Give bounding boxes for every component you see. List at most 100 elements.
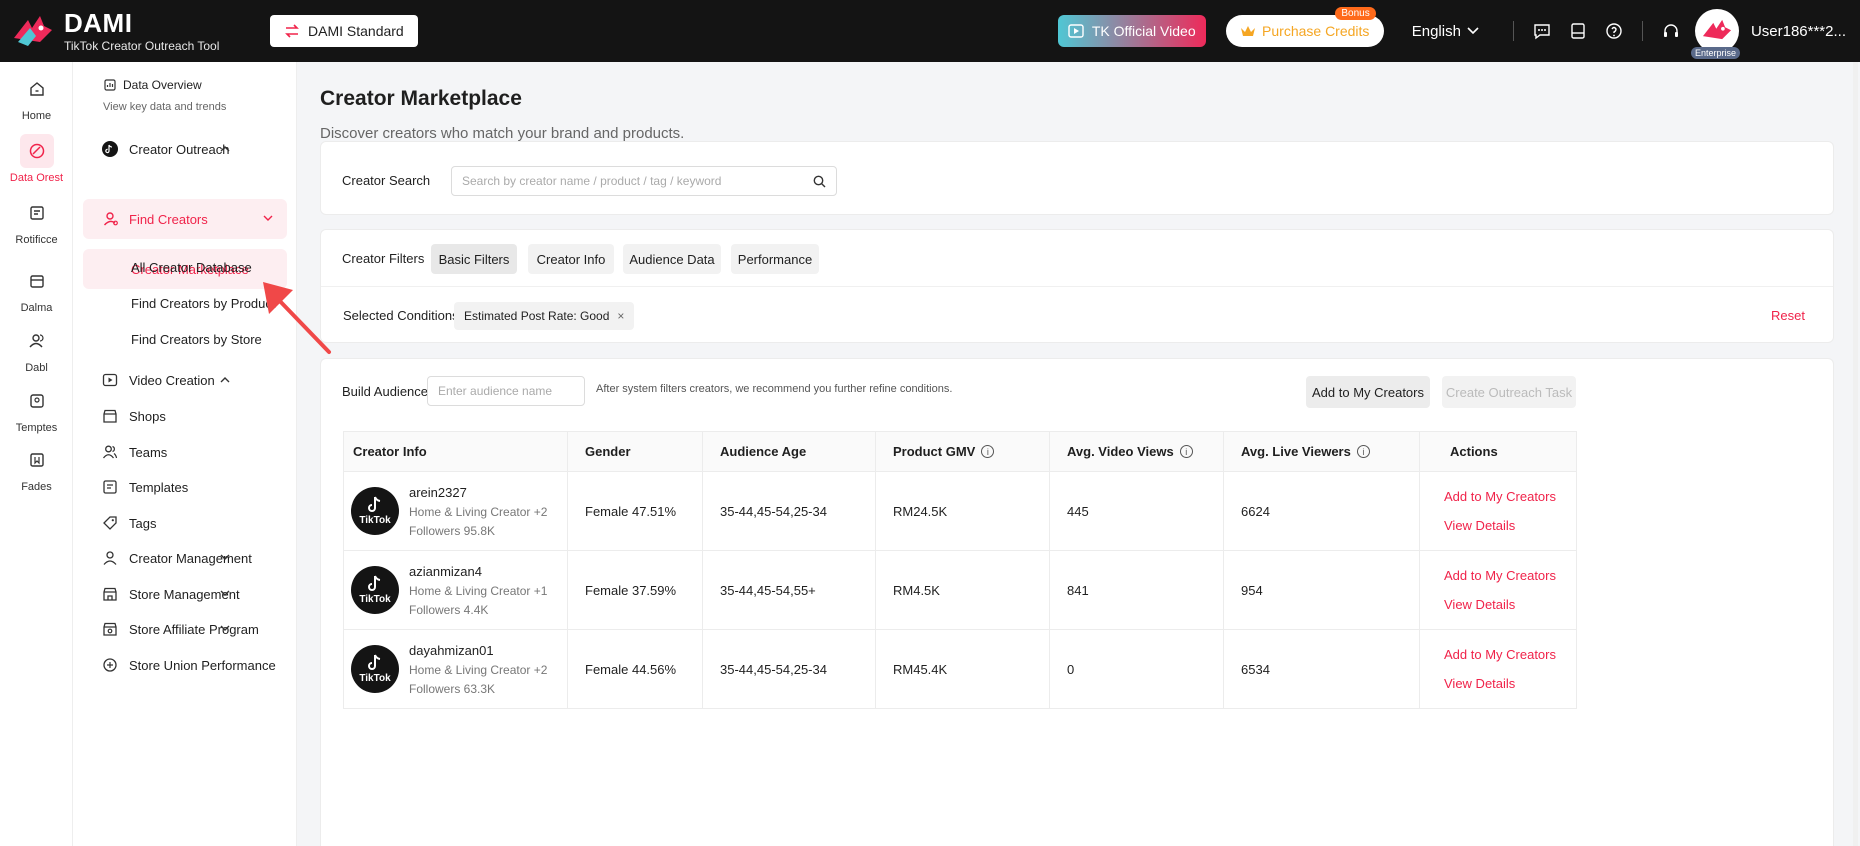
- info-icon[interactable]: i: [1356, 445, 1370, 458]
- creator-cell: TikTok azianmizan4 Home & Living Creator…: [343, 550, 568, 630]
- info-icon[interactable]: i: [981, 445, 995, 458]
- brand[interactable]: DAMI TikTok Creator Outreach Tool: [0, 8, 270, 54]
- sidebar-item-video-creation[interactable]: Video Creation: [101, 371, 215, 389]
- tab-audience-data[interactable]: Audience Data: [623, 244, 721, 274]
- sidebar-item-find-by-store[interactable]: Find Creators by Store: [131, 332, 262, 347]
- message-icon[interactable]: [1528, 17, 1556, 45]
- document-icon[interactable]: [1564, 17, 1592, 45]
- rail-item-home[interactable]: Home: [0, 72, 73, 122]
- search-label: Creator Search: [342, 173, 431, 188]
- table-row: TikTok arein2327 Home & Living Creator +…: [343, 471, 1577, 551]
- top-bar: DAMI TikTok Creator Outreach Tool DAMI S…: [0, 0, 1860, 62]
- add-to-my-creators-link[interactable]: Add to My Creators: [1444, 647, 1576, 662]
- sidebar-item-shops[interactable]: Shops: [101, 407, 166, 425]
- create-outreach-task-button[interactable]: Create Outreach Task: [1442, 376, 1576, 408]
- tab-creator-info[interactable]: Creator Info: [528, 244, 614, 274]
- sidebar-item-store-union[interactable]: Store Union Performance: [101, 656, 276, 674]
- sidebar-item-store-management[interactable]: Store Management: [101, 585, 240, 603]
- username[interactable]: User186***2...: [1751, 23, 1846, 40]
- actions-cell: Add to My Creators View Details: [1419, 629, 1577, 709]
- view-details-link[interactable]: View Details: [1444, 518, 1576, 533]
- templates-label: Templates: [129, 479, 189, 495]
- gender-cell: Female 44.56%: [567, 629, 703, 709]
- enterprise-badge: Enterprise: [1690, 47, 1740, 59]
- creator-followers: Followers 4.4K: [409, 602, 489, 617]
- headset-icon[interactable]: [1657, 17, 1685, 45]
- page-title: Creator Marketplace: [320, 87, 522, 110]
- tk-official-video-button[interactable]: TK Official Video: [1057, 15, 1206, 47]
- creator-management-label: Creator Management: [129, 550, 252, 566]
- tab-performance[interactable]: Performance: [731, 244, 819, 274]
- header-audience-age: Audience Age: [702, 431, 876, 472]
- add-to-my-creators-link[interactable]: Add to My Creators: [1444, 489, 1576, 504]
- sidebar-item-find-creators[interactable]: Find Creators: [83, 199, 287, 239]
- rail-item-store[interactable]: Dalma: [0, 264, 73, 314]
- affiliate-icon: [101, 620, 119, 638]
- condition-text: Estimated Post Rate: Good: [464, 309, 610, 323]
- rail-item-users[interactable]: Dabl: [0, 324, 73, 374]
- language-select[interactable]: English: [1412, 23, 1479, 40]
- sidebar-item-tags[interactable]: Tags: [101, 514, 156, 532]
- dami-logo-icon: [14, 16, 52, 46]
- main-content: Creator Marketplace Discover creators wh…: [297, 62, 1860, 846]
- gender-cell: Female 37.59%: [567, 550, 703, 630]
- add-to-my-creators-link[interactable]: Add to My Creators: [1444, 568, 1576, 583]
- tiktok-logo-icon[interactable]: TikTok: [351, 566, 399, 614]
- sidebar-item-data-overview[interactable]: Data Overview: [103, 78, 202, 92]
- table-row: TikTok azianmizan4 Home & Living Creator…: [343, 550, 1577, 630]
- scrollbar[interactable]: [1853, 62, 1858, 846]
- creator-name[interactable]: dayahmizan01: [409, 643, 547, 658]
- sidebar-item-all-creator-database[interactable]: All Creator Database: [131, 260, 252, 275]
- rail-label: Fades: [21, 481, 52, 493]
- creator-category: Home & Living Creator +2: [409, 662, 548, 677]
- creator-name[interactable]: azianmizan4: [409, 564, 547, 579]
- header-avg-video-views-label: Avg. Video Views: [1067, 444, 1174, 459]
- chevron-down-icon[interactable]: [220, 554, 230, 561]
- sidebar-item-teams[interactable]: Teams: [101, 443, 167, 461]
- tiktok-logo-icon[interactable]: TikTok: [351, 487, 399, 535]
- rail-item-templates[interactable]: Temptes: [0, 384, 73, 434]
- rail-item-data[interactable]: Data Orest: [0, 134, 73, 184]
- rail-label: Data Orest: [9, 172, 64, 184]
- audience-name-input[interactable]: Enter audience name: [427, 376, 585, 406]
- selected-conditions-label: Selected Conditions: [343, 308, 459, 323]
- sidebar-item-creator-outreach[interactable]: Creator Outreach: [101, 140, 229, 158]
- creator-category: Home & Living Creator +1: [409, 583, 548, 598]
- store-affiliate-label: Store Affiliate Program: [129, 621, 259, 637]
- sidebar-item-templates[interactable]: Templates: [101, 478, 188, 496]
- video-creation-icon: [101, 371, 119, 389]
- info-icon[interactable]: i: [1179, 445, 1193, 458]
- tiktok-logo-icon[interactable]: TikTok: [351, 645, 399, 693]
- live-viewers-cell: 6624: [1223, 471, 1420, 551]
- users-icon: [20, 324, 54, 358]
- rail-item-report[interactable]: Rotificce: [0, 196, 73, 246]
- view-details-link[interactable]: View Details: [1444, 676, 1576, 691]
- actions-cell: Add to My Creators View Details: [1419, 550, 1577, 630]
- store-union-label: Store Union Performance: [129, 657, 276, 673]
- reset-button[interactable]: Reset: [1771, 308, 1805, 323]
- help-icon[interactable]: [1600, 17, 1628, 45]
- plan-button[interactable]: DAMI Standard: [270, 15, 418, 47]
- selected-condition-tag[interactable]: Estimated Post Rate: Good ×: [454, 302, 635, 330]
- close-icon[interactable]: ×: [617, 309, 624, 323]
- sidebar-item-store-affiliate[interactable]: Store Affiliate Program: [101, 620, 259, 638]
- brand-name: DAMI: [64, 7, 133, 38]
- chevron-up-icon[interactable]: [220, 145, 230, 152]
- view-details-link[interactable]: View Details: [1444, 597, 1576, 612]
- search-input[interactable]: Search by creator name / product / tag /…: [451, 166, 837, 196]
- avatar[interactable]: Enterprise: [1690, 9, 1740, 59]
- tiktok-word: TikTok: [359, 673, 391, 684]
- icon-rail: Home Data Orest Rotificce Dalma Dabl Tem…: [0, 62, 73, 846]
- tab-basic-filters[interactable]: Basic Filters: [431, 244, 517, 274]
- search-icon[interactable]: [813, 175, 826, 188]
- sidebar-item-find-by-product[interactable]: Find Creators by Product: [131, 296, 276, 311]
- creator-name[interactable]: arein2327: [409, 485, 547, 500]
- rail-item-bookmarks[interactable]: Fades: [0, 443, 73, 493]
- chevron-up-icon[interactable]: [220, 376, 230, 383]
- purchase-credits-button[interactable]: Bonus Purchase Credits: [1225, 7, 1384, 47]
- chart-icon: [103, 78, 117, 92]
- chevron-down-icon[interactable]: [220, 625, 230, 632]
- header-avg-live-viewers: Avg. Live Viewers i: [1223, 431, 1420, 472]
- add-to-my-creators-button[interactable]: Add to My Creators: [1306, 376, 1430, 408]
- chevron-down-icon[interactable]: [220, 590, 230, 597]
